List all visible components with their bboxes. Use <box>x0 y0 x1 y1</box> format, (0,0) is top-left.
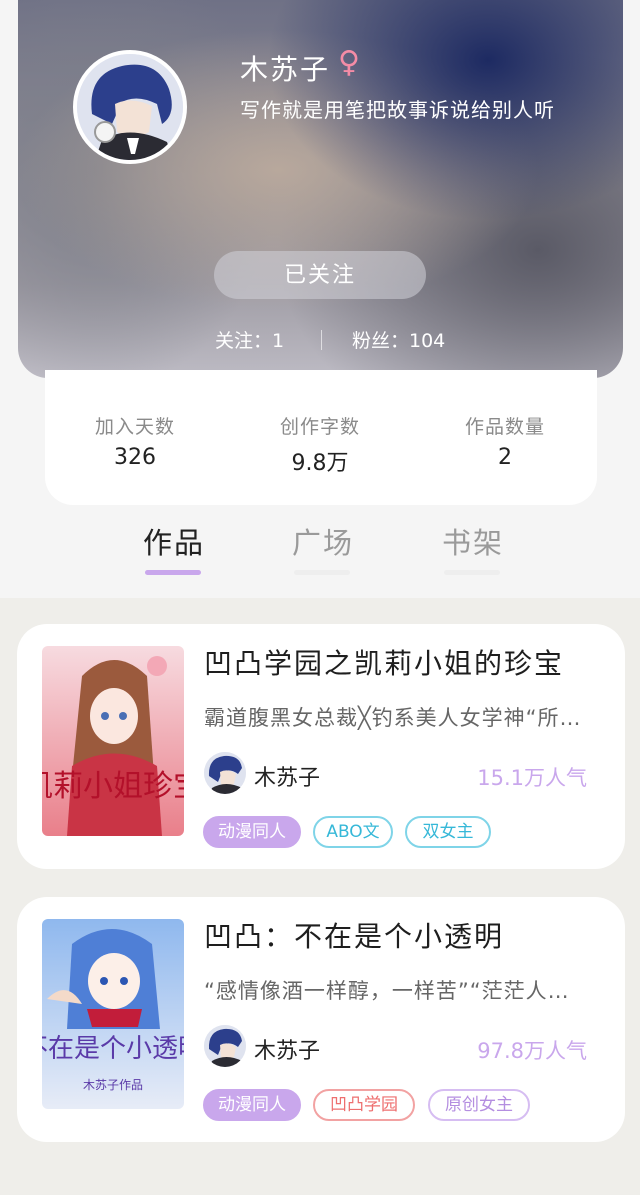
tab-indicator <box>145 570 201 575</box>
stat-value: 2 <box>498 445 512 470</box>
author-avatar[interactable] <box>204 752 246 794</box>
book-title[interactable]: 凹凸：不在是个小透明 <box>204 915 504 955</box>
profile-tabs: 作品 广场 书架 <box>0 520 640 580</box>
tag-original-heroine[interactable]: 原创女主 <box>428 1089 530 1121</box>
tab-indicator <box>294 570 350 575</box>
follow-stats: 关注：1 粉丝：104 <box>18 326 623 356</box>
book-cover[interactable]: 不在是个小透明 木苏子作品 <box>42 919 184 1109</box>
tab-label: 作品 <box>143 526 206 560</box>
book-card[interactable]: 凯莉小姐珍宝 凹凸学园之凯莉小姐的珍宝 霸道腹黑女总裁╳钓系美人女学神“所以， … <box>17 624 625 869</box>
followed-button[interactable]: 已关注 <box>214 251 426 299</box>
cover-text: 不在是个小透明 <box>42 1034 184 1064</box>
author-name[interactable]: 木苏子 <box>254 760 320 792</box>
popularity-count: 15.1万人气 <box>477 766 587 790</box>
stat-value: 9.8万 <box>291 451 349 476</box>
tag-double-heroine[interactable]: 双女主 <box>405 816 491 848</box>
stat-value: 326 <box>114 445 156 470</box>
tag-abo[interactable]: ABO文 <box>313 816 393 848</box>
book-cover[interactable]: 凯莉小姐珍宝 <box>42 646 184 836</box>
username: 木苏子 <box>240 53 331 86</box>
cover-text: 凯莉小姐珍宝 <box>42 769 184 804</box>
stat-join-days: 加入天数 326 <box>75 412 195 470</box>
stat-label: 作品数量 <box>464 416 545 438</box>
user-bio: 写作就是用笔把故事诉说给别人听 <box>240 98 555 122</box>
author-name[interactable]: 木苏子 <box>254 1033 320 1065</box>
avatar[interactable] <box>73 50 187 164</box>
tab-bookshelf[interactable]: 书架 <box>442 520 505 575</box>
tag-aotu-academy[interactable]: 凹凸学园 <box>313 1089 415 1121</box>
author-avatar[interactable] <box>204 1025 246 1067</box>
tag-fan-fiction[interactable]: 动漫同人 <box>203 1089 301 1121</box>
cover-subtext: 木苏子作品 <box>83 1078 143 1092</box>
fans-count[interactable]: 粉丝：104 <box>352 326 445 353</box>
stat-works-count: 作品数量 2 <box>445 412 565 470</box>
book-description: 霸道腹黑女总裁╳钓系美人女学神“所以， <box>204 706 589 730</box>
tab-square[interactable]: 广场 <box>292 520 355 575</box>
female-gender-icon: ♀ <box>338 45 360 80</box>
tag-fan-fiction[interactable]: 动漫同人 <box>203 816 301 848</box>
tab-label: 广场 <box>292 526 355 560</box>
book-card[interactable]: 不在是个小透明 木苏子作品 凹凸：不在是个小透明 “感情像酒一样醇，一样苦”“茫… <box>17 897 625 1142</box>
stat-word-count: 创作字数 9.8万 <box>260 412 380 477</box>
following-count[interactable]: 关注：1 <box>215 326 284 353</box>
tab-works[interactable]: 作品 <box>143 520 206 575</box>
stats-card: 加入天数 326 创作字数 9.8万 作品数量 2 <box>45 370 597 505</box>
book-title[interactable]: 凹凸学园之凯莉小姐的珍宝 <box>204 642 564 682</box>
stat-label: 创作字数 <box>279 416 360 438</box>
stats-divider <box>321 330 322 350</box>
stat-label: 加入天数 <box>94 416 175 438</box>
tab-label: 书架 <box>442 526 505 560</box>
book-description: “感情像酒一样醇，一样苦”“茫茫人海中 <box>204 979 589 1003</box>
popularity-count: 97.8万人气 <box>477 1039 587 1063</box>
tab-indicator <box>444 570 500 575</box>
profile-header: 木苏子 ♀ 写作就是用笔把故事诉说给别人听 已关注 关注：1 粉丝：104 <box>18 0 623 378</box>
